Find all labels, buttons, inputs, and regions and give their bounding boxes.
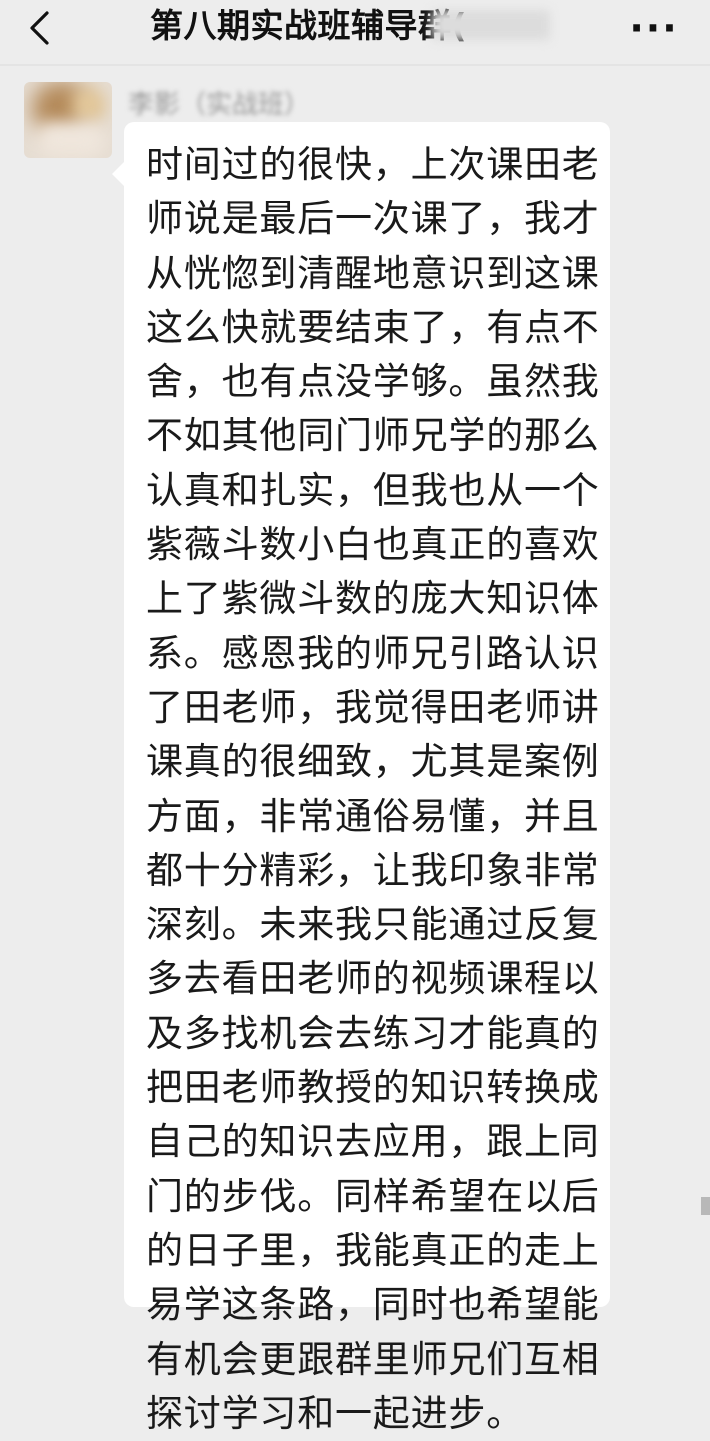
title-redaction [432, 10, 550, 40]
chat-title: 第八期实战班辅导群( [150, 6, 468, 45]
header-divider [0, 64, 710, 66]
message-bubble[interactable]: 时间过的很快，上次课田老 师说是最后一次课了，我才 从恍惚到清醒地意识到这课 这… [112, 122, 610, 1435]
message-line: 上了紫微斗数的庞大知识体 [146, 577, 600, 621]
message-line: 自己的知识去应用，跟上同 [146, 1120, 600, 1164]
avatar[interactable] [24, 82, 112, 158]
message-line: 时间过的很快，上次课田老 [146, 143, 600, 186]
chevron-left-icon [30, 11, 49, 45]
scrollbar-thumb[interactable] [701, 1197, 710, 1215]
bubble-tail [112, 162, 124, 186]
message-line: 课真的很细致，尤其是案例 [146, 740, 600, 784]
message-line: 舍，也有点没学够。虽然我 [146, 360, 600, 404]
message-line: 系。感恩我的师兄引路认识 [146, 631, 600, 675]
message-line: 从恍惚到清醒地意识到这课 [146, 251, 600, 295]
message-line: 有机会更跟群里师兄们互相 [146, 1337, 600, 1381]
message-line: 易学这条路，同时也希望能 [146, 1283, 600, 1327]
chat-header: 第八期实战班辅导群( ··· [0, 0, 710, 56]
message-line: 紫薇斗数小白也真正的喜欢 [146, 523, 600, 567]
message-line: 师说是最后一次课了，我才 [146, 197, 600, 241]
message-line: 及多找机会去练习才能真的 [146, 1011, 600, 1055]
back-button[interactable] [18, 6, 62, 50]
more-button[interactable]: ··· [626, 6, 682, 50]
message-line: 的日子里，我能真正的走上 [146, 1228, 600, 1272]
message-line: 多去看田老师的视频课程以 [146, 957, 600, 1001]
message-line: 深刻。未来我只能通过反复 [146, 903, 600, 947]
message-line: 这么快就要结束了，有点不 [146, 305, 600, 349]
message-line: 方面，非常通俗易懂，并且 [146, 794, 600, 838]
message-line: 不如其他同门师兄学的那么 [146, 414, 600, 458]
message-line: 门的步伐。同样希望在以后 [146, 1174, 600, 1218]
message-line: 了田老师，我觉得田老师讲 [146, 685, 600, 729]
message-line: 探讨学习和一起进步。 [146, 1391, 524, 1435]
message-line: 把田老师教授的知识转换成 [146, 1066, 600, 1110]
sender-name: 李影（实战班） [128, 90, 311, 120]
message-line: 认真和扎实，但我也从一个 [146, 468, 600, 512]
message-line: 都十分精彩，让我印象非常 [146, 848, 600, 892]
more-dots-icon: ··· [629, 6, 679, 50]
